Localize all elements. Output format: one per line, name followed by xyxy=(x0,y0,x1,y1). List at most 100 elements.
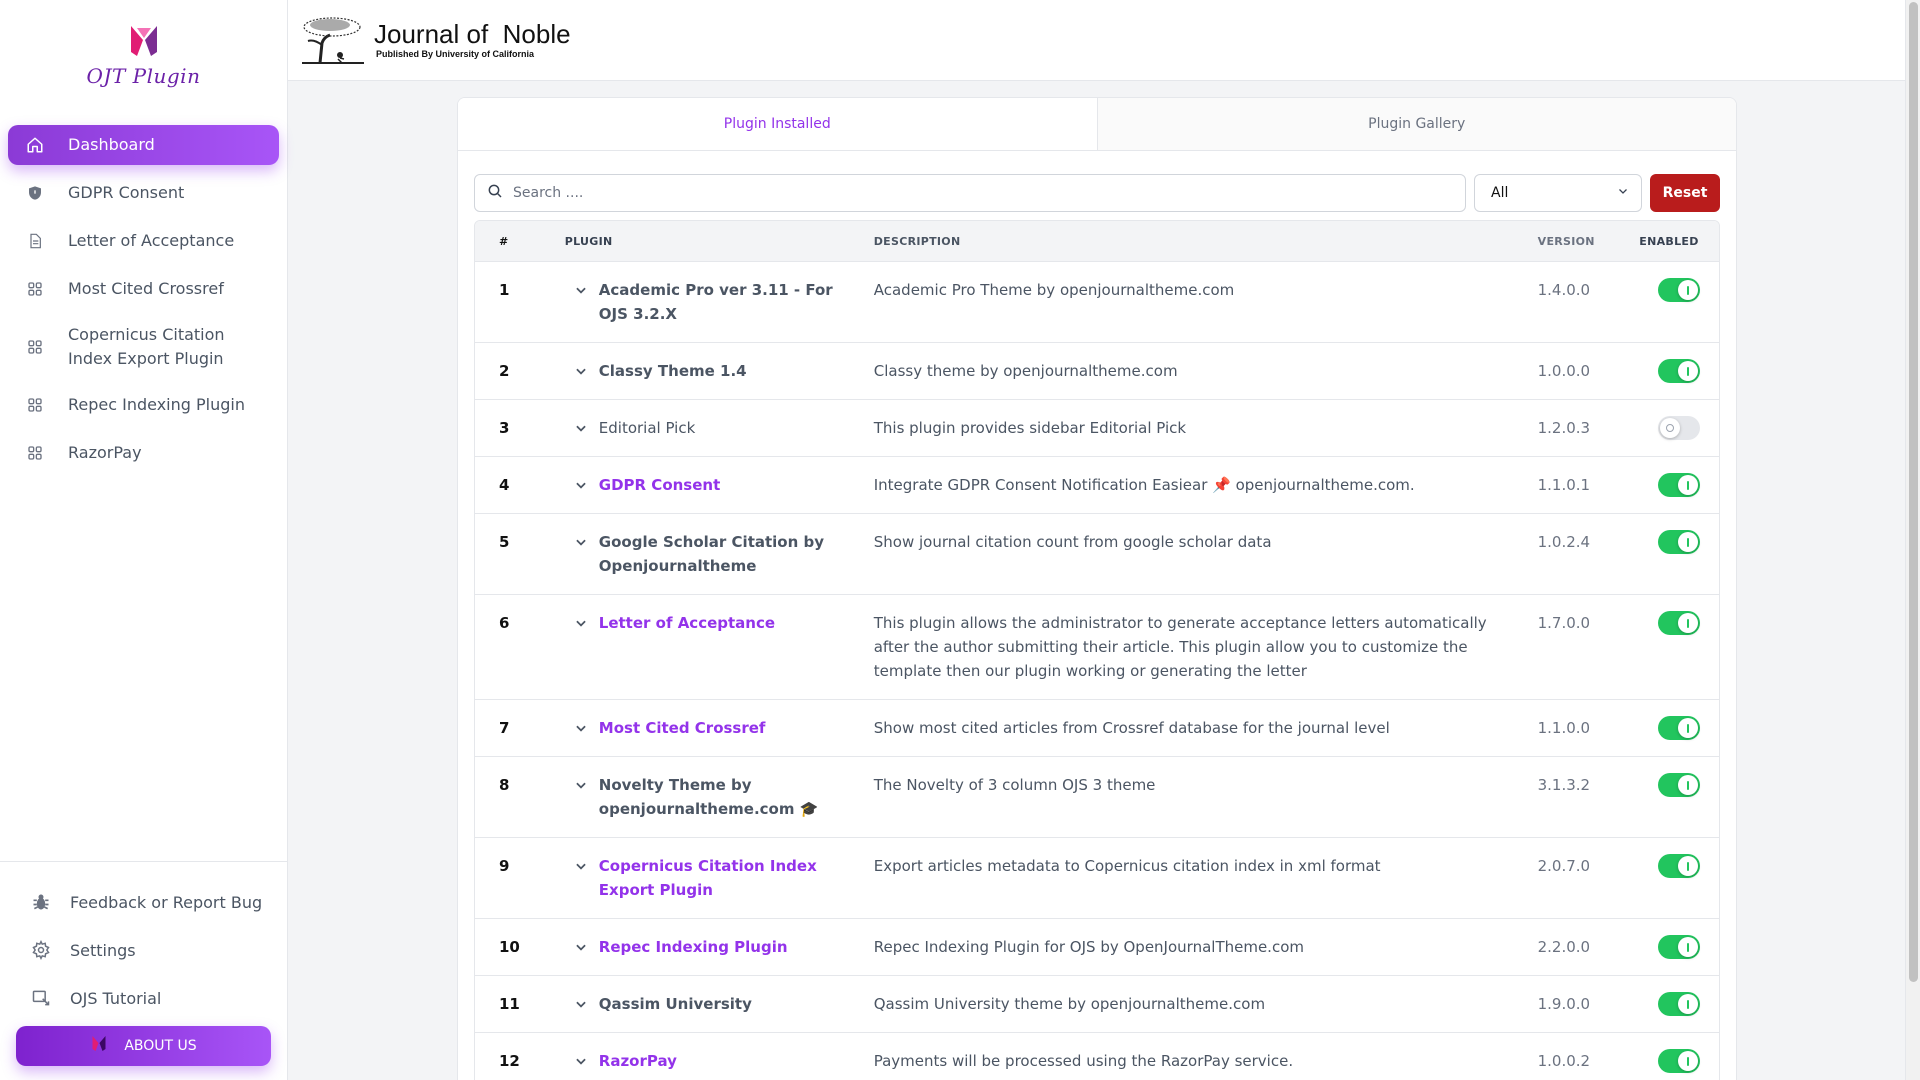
plugin-name[interactable]: Repec Indexing Plugin xyxy=(597,935,833,959)
header-version: VERSION xyxy=(1537,234,1595,248)
plugin-name: Novelty Theme by openjournaltheme.com 🎓 xyxy=(598,776,819,818)
reset-button[interactable]: Reset xyxy=(1650,174,1720,212)
expand-chevron-icon[interactable] xyxy=(565,278,597,302)
expand-chevron-icon[interactable] xyxy=(565,473,597,497)
enabled-toggle[interactable] xyxy=(1658,611,1701,635)
enabled-toggle[interactable] xyxy=(1658,473,1701,497)
row-number: 1 xyxy=(499,281,510,299)
sidebar-item-label: Repec Indexing Plugin xyxy=(68,395,245,414)
expand-chevron-icon[interactable] xyxy=(565,530,597,554)
sidebar-item-repec[interactable]: Repec Indexing Plugin xyxy=(8,385,279,425)
enabled-toggle[interactable] xyxy=(1658,359,1701,383)
sidebar-item-most-cited-crossref[interactable]: Most Cited Crossref xyxy=(8,269,279,309)
table-row: 8 Novelty Theme by openjournaltheme.com 🎓… xyxy=(475,756,1719,837)
row-number: 12 xyxy=(499,1052,520,1070)
expand-chevron-icon[interactable] xyxy=(565,359,597,383)
expand-chevron-icon[interactable] xyxy=(565,1049,597,1073)
filter-select[interactable]: All xyxy=(1474,174,1642,212)
journal-subtitle: Published By University of California xyxy=(376,49,535,59)
sidebar-item-copernicus[interactable]: Copernicus Citation Index Export Plugin xyxy=(8,317,279,377)
enabled-toggle[interactable] xyxy=(1658,773,1701,797)
plugin-name[interactable]: Copernicus Citation Index Export Plugin xyxy=(597,854,833,902)
about-us-button[interactable]: ABOUT US xyxy=(16,1026,271,1066)
expand-chevron-icon[interactable] xyxy=(565,416,597,440)
app-logo[interactable]: OJT Plugin xyxy=(0,0,287,112)
expand-chevron-icon[interactable] xyxy=(565,611,597,635)
plugin-cell: Qassim University xyxy=(565,992,874,1016)
plugin-name[interactable]: GDPR Consent xyxy=(597,473,833,497)
plugin-name: Classy Theme 1.4 xyxy=(598,362,747,380)
tutorial-icon xyxy=(30,987,52,1009)
shield-icon xyxy=(26,184,44,202)
plugin-version: 1.2.0.3 xyxy=(1537,419,1591,437)
plugin-name: Academic Pro ver 3.11 - For OJS 3.2.X xyxy=(598,281,833,323)
expand-chevron-icon[interactable] xyxy=(565,992,597,1016)
expand-chevron-icon[interactable] xyxy=(565,935,597,959)
toggle-knob xyxy=(1678,718,1699,738)
plugin-name[interactable]: Most Cited Crossref xyxy=(597,716,833,740)
journal-brand[interactable]: Journal of Noble Published By University… xyxy=(300,15,571,65)
enabled-cell xyxy=(1639,473,1719,497)
ojt-logo-icon xyxy=(130,26,157,56)
plugin-version: 1.7.0.0 xyxy=(1537,614,1591,632)
plugin-description: The Novelty of 3 column OJS 3 theme xyxy=(873,776,1156,794)
row-number: 9 xyxy=(499,857,510,875)
sidebar-item-dashboard[interactable]: Dashboard xyxy=(8,125,279,165)
toggle-knob xyxy=(1678,361,1699,381)
table-row: 2 Classy Theme 1.4 Classy theme by openjou… xyxy=(475,342,1719,399)
enabled-toggle[interactable] xyxy=(1658,1049,1701,1073)
row-number: 8 xyxy=(499,776,510,794)
tab-bar: Plugin Installed Plugin Gallery xyxy=(458,98,1736,151)
toggle-knob xyxy=(1678,1051,1699,1071)
enabled-toggle[interactable] xyxy=(1658,992,1701,1016)
table-header: # PLUGIN DESCRIPTION VERSION ENABLED xyxy=(475,221,1719,261)
row-number: 3 xyxy=(499,419,510,437)
plugin-version: 1.4.0.0 xyxy=(1537,281,1591,299)
plugin-name[interactable]: Letter of Acceptance xyxy=(597,611,833,635)
plugin-cell: Copernicus Citation Index Export Plugin xyxy=(565,854,874,902)
toggle-knob xyxy=(1660,418,1681,438)
search-input[interactable] xyxy=(513,185,1465,201)
scrollbar-thumb[interactable] xyxy=(1909,2,1918,982)
bug-icon xyxy=(30,891,52,913)
sidebar-item-gdpr-consent[interactable]: GDPR Consent xyxy=(8,173,279,213)
sidebar-footer: Feedback or Report Bug Settings OJS Tuto… xyxy=(0,861,287,1080)
enabled-toggle[interactable] xyxy=(1658,935,1701,959)
gear-icon xyxy=(30,939,52,961)
row-number: 11 xyxy=(499,995,520,1013)
tutorial-link[interactable]: OJS Tutorial xyxy=(16,978,271,1018)
plugin-version: 2.2.0.0 xyxy=(1537,938,1591,956)
plugin-cell: Most Cited Crossref xyxy=(565,716,874,740)
toggle-knob xyxy=(1678,856,1699,876)
sidebar-item-razorpay[interactable]: RazorPay xyxy=(8,433,279,473)
plugin-description: Export articles metadata to Copernicus c… xyxy=(873,857,1381,875)
settings-link[interactable]: Settings xyxy=(16,930,271,970)
toolbar: All Reset xyxy=(458,174,1736,212)
grid-icon xyxy=(26,280,44,298)
table-row: 7 Most Cited Crossref Show most cited arti… xyxy=(475,699,1719,756)
expand-chevron-icon[interactable] xyxy=(565,773,597,797)
tab-plugin-gallery[interactable]: Plugin Gallery xyxy=(1098,98,1737,150)
plugin-name[interactable]: RazorPay xyxy=(597,1049,833,1073)
plugin-version: 1.0.0.2 xyxy=(1537,1052,1591,1070)
search-box[interactable] xyxy=(474,174,1466,212)
tab-plugin-installed[interactable]: Plugin Installed xyxy=(458,98,1098,150)
sidebar-item-letter-of-acceptance[interactable]: Letter of Acceptance xyxy=(8,221,279,261)
expand-chevron-icon[interactable] xyxy=(565,716,597,740)
toggle-knob xyxy=(1678,475,1699,495)
enabled-toggle[interactable] xyxy=(1658,854,1701,878)
plugin-version: 1.1.0.1 xyxy=(1537,476,1591,494)
plugin-version: 3.1.3.2 xyxy=(1537,776,1591,794)
enabled-toggle[interactable] xyxy=(1658,530,1701,554)
enabled-toggle[interactable] xyxy=(1658,716,1701,740)
plugin-name: Google Scholar Citation by Openjournalth… xyxy=(598,533,825,575)
plugin-description: Show most cited articles from Crossref d… xyxy=(873,719,1390,737)
plugin-cell: Repec Indexing Plugin xyxy=(565,935,874,959)
page-scrollbar[interactable] xyxy=(1905,0,1920,1080)
expand-chevron-icon[interactable] xyxy=(565,854,597,878)
enabled-toggle[interactable] xyxy=(1658,278,1701,302)
home-icon xyxy=(26,136,44,154)
feedback-link[interactable]: Feedback or Report Bug xyxy=(16,882,271,922)
enabled-toggle[interactable] xyxy=(1658,416,1701,440)
enabled-cell xyxy=(1639,278,1719,302)
